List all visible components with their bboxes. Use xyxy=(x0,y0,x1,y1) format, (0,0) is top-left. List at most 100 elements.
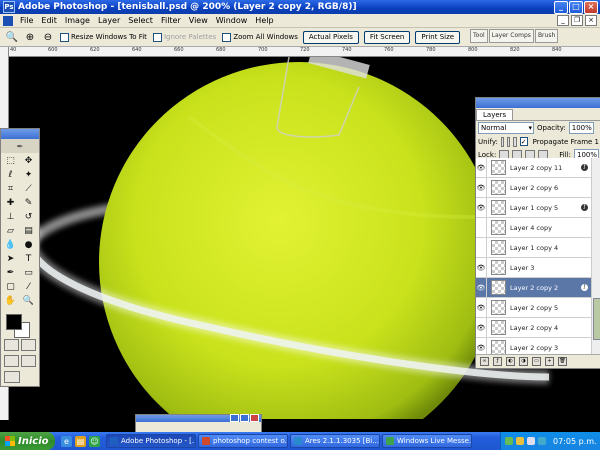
zoom-in-icon[interactable]: ⊕ xyxy=(24,31,36,43)
visibility-eye-icon[interactable]: 👁 xyxy=(476,178,487,197)
doc-close-button[interactable]: × xyxy=(585,15,597,26)
move-tool-icon[interactable]: ✥ xyxy=(21,155,36,167)
visibility-eye-icon[interactable]: 👁 xyxy=(476,278,487,297)
healing-brush-tool-icon[interactable]: ✚ xyxy=(3,197,18,209)
volume-tray-icon[interactable] xyxy=(527,437,535,445)
scrollbar-thumb[interactable] xyxy=(593,298,600,340)
close-button[interactable]: × xyxy=(584,0,598,14)
zoom-out-icon[interactable]: ⊖ xyxy=(42,31,54,43)
eraser-tool-icon[interactable]: ▱ xyxy=(3,225,18,237)
visibility-eye-icon[interactable]: 👁 xyxy=(476,318,487,337)
type-tool-icon[interactable]: T xyxy=(21,253,36,265)
lasso-tool-icon[interactable]: ℓ xyxy=(3,169,18,181)
window-titlebar[interactable]: Ps Adobe Photoshop - [tenisball.psd @ 20… xyxy=(0,0,600,14)
layer-comps-tab[interactable]: Layer Comps xyxy=(488,29,534,43)
foreground-color-swatch[interactable] xyxy=(6,314,22,330)
crop-tool-icon[interactable]: ⌗ xyxy=(3,183,18,195)
resize-windows-checkbox[interactable]: Resize Windows To Fit xyxy=(60,32,147,42)
network-tray-icon[interactable] xyxy=(505,437,513,445)
layer-list-scrollbar[interactable] xyxy=(591,158,600,354)
menu-select[interactable]: Select xyxy=(124,16,157,25)
ignore-palettes-checkbox[interactable]: Ignore Palettes xyxy=(152,32,216,42)
standard-mode-button[interactable] xyxy=(4,339,19,351)
layer-row[interactable]: 👁 Layer 2 copy 5 xyxy=(476,298,591,318)
minimized-document-window[interactable] xyxy=(135,414,262,434)
screen-mode-full-button[interactable] xyxy=(21,355,36,367)
magic-wand-tool-icon[interactable]: ✦ xyxy=(21,169,36,181)
jump-to-imageready-button[interactable] xyxy=(4,371,20,383)
visibility-eye-icon[interactable] xyxy=(476,218,487,237)
layer-row[interactable]: 👁 Layer 1 copy 5 ƒ xyxy=(476,198,591,218)
new-layer-icon[interactable]: + xyxy=(545,357,554,366)
layer-row[interactable]: Layer 1 copy 4 xyxy=(476,238,591,258)
brushes-tab[interactable]: Brush xyxy=(534,29,559,43)
layers-palette-header[interactable] xyxy=(476,98,600,108)
visibility-eye-icon[interactable]: 👁 xyxy=(476,198,487,217)
taskbar-button[interactable]: Adobe Photoshop - [... xyxy=(106,434,196,448)
start-button[interactable]: Inicio xyxy=(0,432,55,450)
unify-visibility-icon[interactable] xyxy=(507,136,511,147)
doc-minimize-button[interactable]: _ xyxy=(557,15,569,26)
link-layers-icon[interactable]: ∞ xyxy=(480,357,489,366)
taskbar-button[interactable]: Windows Live Messe... xyxy=(382,434,472,448)
mini-minimize-button[interactable] xyxy=(230,414,239,422)
layer-effects-icon[interactable]: ƒ xyxy=(581,204,588,211)
doc-restore-button[interactable]: ❐ xyxy=(571,15,583,26)
layer-row[interactable]: 👁 Layer 2 copy 4 xyxy=(476,318,591,338)
layers-tab[interactable]: Layers xyxy=(476,109,514,120)
actual-pixels-button[interactable]: Actual Pixels xyxy=(302,30,359,44)
dodge-tool-icon[interactable]: ● xyxy=(21,239,36,251)
menu-view[interactable]: View xyxy=(185,16,212,25)
history-brush-tool-icon[interactable]: ↺ xyxy=(21,211,36,223)
maximize-button[interactable]: □ xyxy=(569,0,583,14)
menu-layer[interactable]: Layer xyxy=(94,16,124,25)
tools-palette-header[interactable] xyxy=(1,129,39,139)
menu-file[interactable]: File xyxy=(16,16,37,25)
blur-tool-icon[interactable]: 💧 xyxy=(3,239,18,251)
shape-tool-icon[interactable]: ▭ xyxy=(21,267,36,279)
visibility-eye-icon[interactable]: 👁 xyxy=(476,338,487,354)
propagate-frame-checkbox[interactable]: ✓ xyxy=(519,137,528,146)
screen-mode-standard-button[interactable] xyxy=(4,355,19,367)
hand-tool-icon[interactable]: ✋ xyxy=(3,295,18,307)
slice-tool-icon[interactable]: ⟋ xyxy=(21,183,36,195)
new-group-icon[interactable]: ▭ xyxy=(532,357,541,366)
layer-row[interactable]: 👁 Layer 2 copy 2 ƒ xyxy=(476,278,591,298)
zoom-tool-icon[interactable]: 🔍 xyxy=(6,31,18,43)
mini-maximize-button[interactable] xyxy=(240,414,249,422)
messenger-tray-icon[interactable] xyxy=(538,437,546,445)
tool-presets-tab[interactable]: Tool xyxy=(470,29,488,43)
eyedropper-tool-icon[interactable]: ⁄ xyxy=(21,281,36,293)
notes-tool-icon[interactable]: ▢ xyxy=(3,281,18,293)
menu-edit[interactable]: Edit xyxy=(37,16,61,25)
layer-row[interactable]: 👁 Layer 2 copy 6 xyxy=(476,178,591,198)
layer-row[interactable]: 👁 Layer 3 xyxy=(476,258,591,278)
blend-mode-select[interactable]: Normal xyxy=(478,122,534,134)
layer-style-icon[interactable]: ƒ xyxy=(493,357,502,366)
opacity-input[interactable]: 100% xyxy=(568,122,594,134)
menu-image[interactable]: Image xyxy=(61,16,94,25)
visibility-eye-icon[interactable]: 👁 xyxy=(476,158,487,177)
mini-close-button[interactable] xyxy=(250,414,259,422)
minimize-button[interactable]: _ xyxy=(554,0,568,14)
security-tray-icon[interactable] xyxy=(516,437,524,445)
layer-mask-icon[interactable]: ◐ xyxy=(506,357,515,366)
zoom-tool-icon[interactable]: 🔍 xyxy=(21,295,36,307)
fit-screen-button[interactable]: Fit Screen xyxy=(363,30,411,44)
layer-effects-icon[interactable]: ƒ xyxy=(581,284,588,291)
visibility-eye-icon[interactable] xyxy=(476,238,487,257)
trash-icon[interactable]: 🗑 xyxy=(558,357,567,366)
browser-quicklaunch-icon[interactable]: e xyxy=(61,435,72,447)
brush-tool-icon[interactable]: ✎ xyxy=(21,197,36,209)
gradient-tool-icon[interactable]: ▤ xyxy=(21,225,36,237)
menu-filter[interactable]: Filter xyxy=(157,16,185,25)
layer-row[interactable]: 👁 Layer 2 copy 3 xyxy=(476,338,591,354)
marquee-tool-icon[interactable]: ⬚ xyxy=(3,155,18,167)
menu-help[interactable]: Help xyxy=(251,16,277,25)
taskbar-button[interactable]: Ares 2.1.1.3035 [Bi... xyxy=(290,434,380,448)
layer-row[interactable]: Layer 4 copy xyxy=(476,218,591,238)
document-icon[interactable] xyxy=(3,15,13,26)
menu-window[interactable]: Window xyxy=(212,16,252,25)
clone-stamp-tool-icon[interactable]: ⊥ xyxy=(3,211,18,223)
quick-mask-button[interactable] xyxy=(21,339,36,351)
